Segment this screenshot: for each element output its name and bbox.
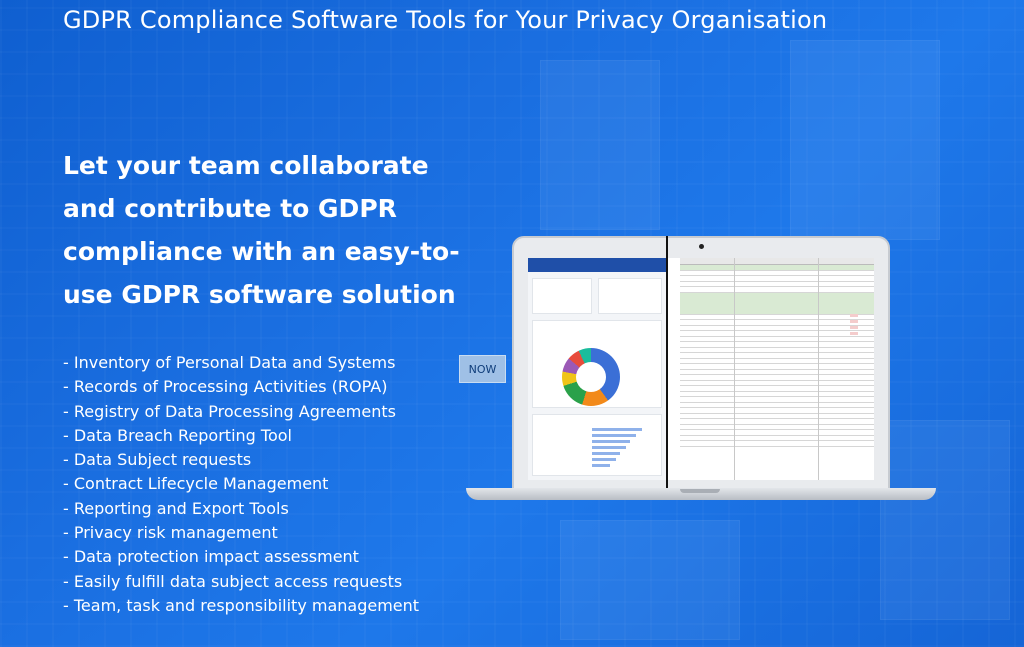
feature-item: - Contract Lifecycle Management bbox=[63, 474, 329, 494]
sheet-row bbox=[680, 292, 874, 315]
laptop-mockup bbox=[512, 236, 890, 490]
feature-list: - Inventory of Personal Data and Systems… bbox=[63, 351, 419, 618]
sheet-row bbox=[680, 441, 874, 447]
dashboard-topbar bbox=[528, 258, 666, 272]
feature-item: - Data protection impact assessment bbox=[63, 547, 359, 567]
background-building bbox=[560, 520, 740, 640]
background-building bbox=[540, 60, 660, 230]
laptop-notch bbox=[680, 489, 720, 493]
bar-mark bbox=[592, 440, 630, 443]
bar-mark bbox=[592, 428, 642, 431]
bar-mark bbox=[592, 434, 636, 437]
feature-item: - Easily fulfill data subject access req… bbox=[63, 571, 403, 591]
feature-item: - Data Breach Reporting Tool bbox=[63, 425, 292, 445]
sheet-column-line bbox=[734, 258, 735, 480]
bar-mark bbox=[592, 452, 620, 455]
laptop-base bbox=[466, 488, 936, 500]
now-compare-button[interactable]: NOW bbox=[459, 355, 506, 383]
background-building bbox=[790, 40, 940, 240]
feature-item: - Registry of Data Processing Agreements bbox=[63, 401, 396, 421]
highlighted-cell bbox=[850, 326, 858, 329]
comparison-slider-handle[interactable] bbox=[666, 236, 668, 500]
laptop-screen bbox=[528, 258, 874, 480]
sheet-column-line bbox=[818, 258, 819, 480]
feature-item: - Team, task and responsibility manageme… bbox=[63, 595, 420, 615]
bar-mark bbox=[592, 446, 626, 449]
feature-item: - Inventory of Personal Data and Systems bbox=[63, 353, 396, 372]
bar-mark bbox=[592, 464, 610, 467]
dashboard-screenshot bbox=[528, 258, 666, 480]
bar-mark bbox=[592, 458, 616, 461]
spreadsheet-screenshot bbox=[680, 258, 874, 480]
donut-chart bbox=[562, 348, 620, 406]
highlighted-cell bbox=[850, 332, 858, 335]
feature-item: - Privacy risk management bbox=[63, 523, 278, 543]
background-building bbox=[880, 420, 1010, 620]
feature-item: - Data Subject requests bbox=[63, 450, 252, 470]
headline: Let your team collaborate and contribute… bbox=[63, 151, 460, 309]
feature-item: - Reporting and Export Tools bbox=[63, 498, 289, 518]
camera-icon bbox=[699, 244, 704, 249]
feature-item: - Records of Processing Activities (ROPA… bbox=[63, 377, 388, 397]
highlighted-cell bbox=[850, 320, 858, 323]
sheet-header bbox=[680, 258, 874, 265]
highlighted-cell bbox=[850, 314, 858, 317]
dashboard-card bbox=[598, 278, 662, 314]
dashboard-card bbox=[532, 278, 592, 314]
page-title: GDPR Compliance Software Tools for Your … bbox=[63, 6, 828, 34]
